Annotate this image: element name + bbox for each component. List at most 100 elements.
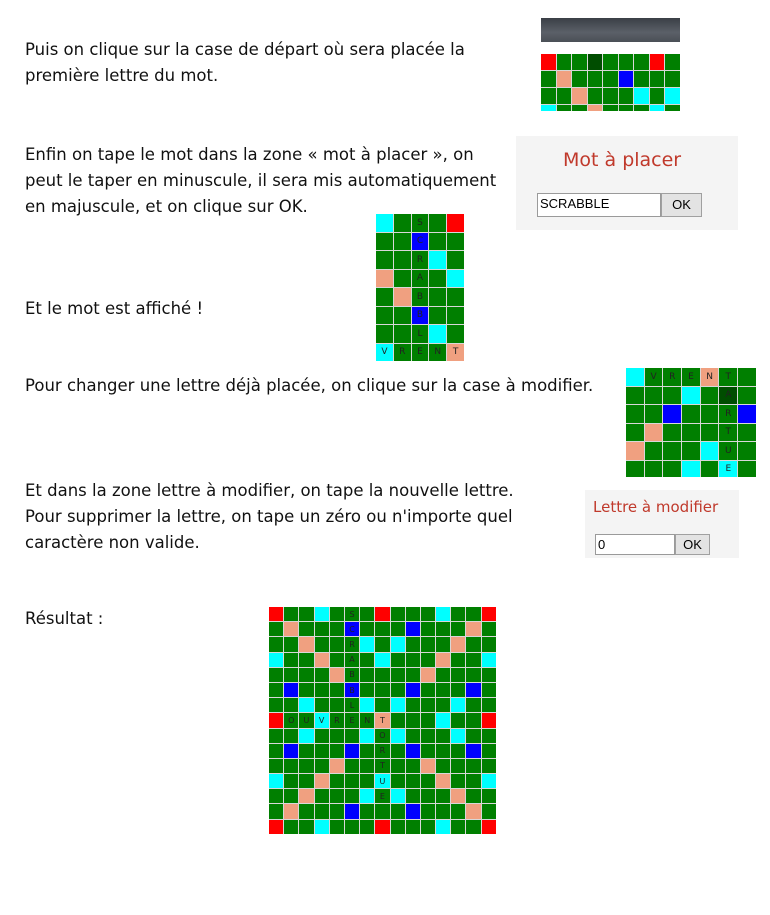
board-cell[interactable] [451,728,466,743]
board-cell[interactable] [375,637,390,652]
board-cell[interactable] [420,607,436,622]
letter-cell[interactable]: T [375,713,390,728]
board-cell[interactable] [299,622,314,637]
letter-cell[interactable]: A [719,386,738,404]
board-cell[interactable] [451,758,466,774]
letter-cell[interactable]: S [411,214,429,232]
board-cell[interactable] [375,698,390,713]
board-cell[interactable] [405,804,420,819]
board-cell[interactable] [626,460,644,477]
board-cell[interactable] [603,105,618,111]
board-cell[interactable] [481,682,496,698]
board-cell[interactable] [329,743,344,758]
board-cell[interactable] [405,728,420,743]
board-cell[interactable] [376,251,393,269]
board-cell[interactable] [700,442,719,460]
board-cell[interactable] [420,728,436,743]
board-cell[interactable] [587,105,602,111]
board-cell[interactable] [556,71,571,87]
board-cell[interactable] [451,637,466,652]
board-cell[interactable] [329,652,344,667]
board-cell[interactable] [682,423,700,441]
board-cell[interactable] [360,682,375,698]
letter-cell[interactable]: B [411,306,429,324]
board-cell[interactable] [436,743,451,758]
board-cell[interactable] [634,54,649,70]
board-cell[interactable] [649,71,664,87]
board-cell[interactable] [644,405,663,423]
board-cell[interactable] [393,214,411,232]
board-cell[interactable] [447,288,464,306]
board-cell[interactable] [451,819,466,834]
board-cell[interactable] [390,667,405,682]
board-cell[interactable] [314,637,329,652]
board-cell[interactable] [481,667,496,682]
board-cell[interactable] [299,667,314,682]
letter-cell[interactable]: R [663,368,682,386]
board-cell[interactable] [405,819,420,834]
board-cell[interactable] [405,607,420,622]
board-cell[interactable] [390,728,405,743]
board-cell[interactable] [314,682,329,698]
board-cell[interactable] [618,54,633,70]
board-cell[interactable] [420,667,436,682]
board-cell[interactable] [644,386,663,404]
board-cell[interactable] [405,774,420,789]
board-cell[interactable] [466,789,481,804]
board-cell[interactable] [572,54,587,70]
board-cell[interactable] [466,774,481,789]
board-cell[interactable] [360,728,375,743]
board-cell[interactable] [405,698,420,713]
board-cell[interactable] [284,743,299,758]
board-cell[interactable] [269,637,284,652]
board-cell[interactable] [481,713,496,728]
board-cell[interactable] [329,682,344,698]
board-cell[interactable] [299,637,314,652]
board-cell[interactable] [451,698,466,713]
board-cell[interactable] [481,637,496,652]
letter-cell[interactable]: T [447,343,464,361]
board-cell[interactable] [663,460,682,477]
board-cell[interactable] [390,758,405,774]
board-cell[interactable] [481,743,496,758]
board-cell[interactable] [466,713,481,728]
board-cell[interactable] [603,71,618,87]
board-cell[interactable] [376,232,393,250]
word-input[interactable]: SCRABBLE [537,193,661,217]
board-cell[interactable] [344,804,360,819]
board-cell[interactable] [481,698,496,713]
board-cell[interactable] [603,88,618,104]
board-cell[interactable] [405,682,420,698]
board-cell[interactable] [314,607,329,622]
letter-cell[interactable]: V [644,368,663,386]
board-cell[interactable] [466,743,481,758]
board-cell[interactable] [481,652,496,667]
board-cell[interactable] [390,743,405,758]
board-cell[interactable] [390,682,405,698]
board-cell[interactable] [481,622,496,637]
board-cell[interactable] [284,789,299,804]
board-cell[interactable] [587,71,602,87]
board-cell[interactable] [665,54,680,70]
board-cell[interactable] [572,71,587,87]
board-cell[interactable] [436,622,451,637]
board-cell[interactable] [329,698,344,713]
board-cell[interactable] [344,743,360,758]
board-cell[interactable] [626,368,644,386]
board-cell[interactable] [405,667,420,682]
board-cell[interactable] [466,652,481,667]
letter-cell[interactable]: T [719,368,738,386]
board-cell[interactable] [436,774,451,789]
board-cell[interactable] [360,607,375,622]
board-cell[interactable] [314,622,329,637]
board-cell[interactable] [390,774,405,789]
board-cell[interactable] [329,607,344,622]
board-cell[interactable] [269,713,284,728]
board-cell[interactable] [447,306,464,324]
board-cell[interactable] [284,774,299,789]
board-cell[interactable] [329,637,344,652]
board-cell[interactable] [360,743,375,758]
board-cell[interactable] [682,386,700,404]
board-cell[interactable] [436,667,451,682]
board-cell[interactable] [738,460,756,477]
